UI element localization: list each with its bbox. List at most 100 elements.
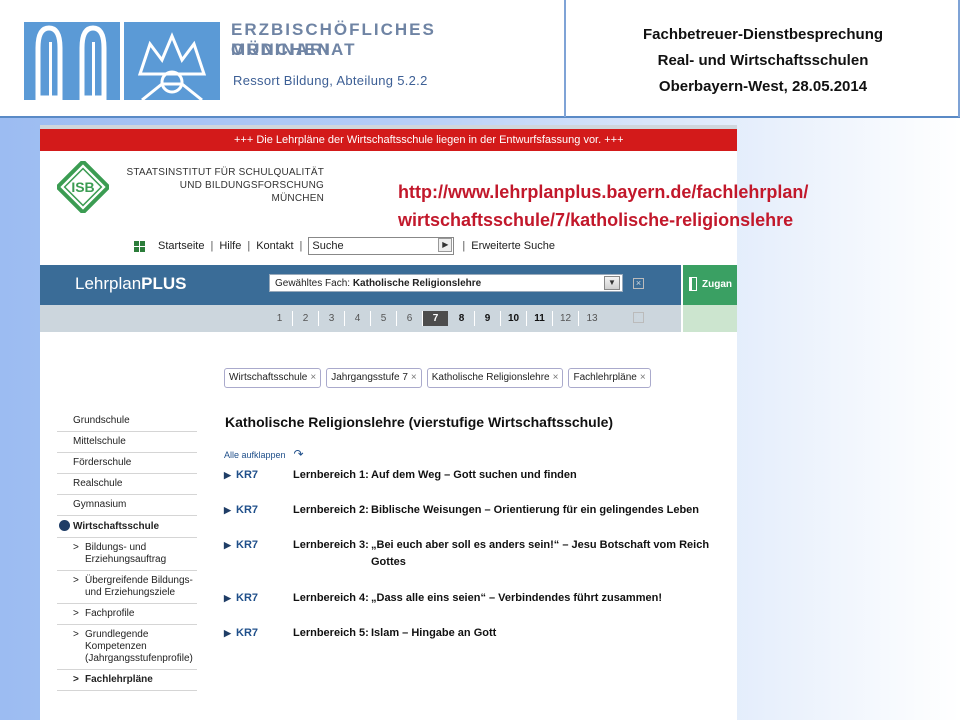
sidebar-item-wirtschaftsschule[interactable]: Wirtschaftsschule	[57, 516, 197, 538]
grade-5[interactable]: 5	[371, 311, 397, 326]
remove-filter-icon[interactable]: ×	[553, 372, 559, 383]
sidebar-subitem-erziehungsziele[interactable]: > Übergreifende Bildungs- und Erziehungsz…	[57, 571, 197, 604]
grade-4[interactable]: 4	[345, 311, 371, 326]
filter-chip[interactable]: Jahrgangsstufe 7 ×	[326, 368, 422, 388]
sidebar-item-foerderschule[interactable]: Förderschule	[57, 453, 197, 474]
isb-logo-text: ISB	[71, 179, 94, 195]
lehrplan-url[interactable]: http://www.lehrplanplus.bayern.de/fachle…	[398, 178, 808, 234]
sidebar-item-label: Wirtschaftsschule	[73, 521, 160, 532]
lernbereich-item[interactable]: ▶ KR7 Lernbereich 3: „Bei euch aber soll…	[224, 537, 737, 571]
nav-hilfe[interactable]: Hilfe	[213, 240, 247, 252]
expand-triangle-icon[interactable]: ▶	[224, 467, 236, 484]
announcement-banner: +++ Die Lehrpläne der Wirtschaftsschule …	[40, 129, 737, 151]
lernbereich-code: KR7	[236, 539, 259, 551]
clear-grade-icon[interactable]: ×	[633, 312, 644, 323]
chevron-right-icon: >	[73, 575, 79, 586]
lernbereich-label: Lernbereich 2:	[293, 504, 369, 516]
sidebar-subitem-kompetenzen[interactable]: > Grundlegende Kompetenzen (Jahrgangsstuf…	[57, 625, 197, 670]
clear-subject-icon[interactable]: ×	[633, 278, 644, 289]
expand-triangle-icon[interactable]: ▶	[224, 625, 236, 642]
expand-triangle-icon[interactable]: ▶	[224, 537, 236, 571]
expand-all-label: Alle aufklappen	[224, 450, 286, 460]
grade-6[interactable]: 6	[397, 311, 423, 326]
filter-chip[interactable]: Fachlehrpläne ×	[568, 368, 651, 388]
remove-filter-icon[interactable]: ×	[640, 372, 646, 383]
remove-filter-icon[interactable]: ×	[310, 372, 316, 383]
grade-3[interactable]: 3	[319, 311, 345, 326]
grade-13[interactable]: 13	[579, 311, 605, 326]
sidebar-subitem-label: Grundlegende Kompetenzen (Jahrgangsstufe…	[85, 629, 193, 664]
sidebar-subitem-label: Fachlehrpläne	[85, 674, 153, 685]
expand-triangle-icon[interactable]: ▶	[224, 590, 236, 607]
sidebar-subitem-fachlehrplaene[interactable]: > Fachlehrpläne	[57, 670, 197, 691]
nav-kontakt[interactable]: Kontakt	[250, 240, 299, 252]
chevron-right-icon: >	[73, 542, 79, 553]
chevron-right-icon: >	[73, 608, 79, 619]
curved-arrow-icon: ↷	[293, 447, 304, 461]
frauenkirche-crest-icon	[24, 22, 220, 100]
org-name-line2: MÜNCHEN	[231, 40, 332, 59]
lehrplanplus-title[interactable]: LehrplanPLUS	[75, 274, 187, 294]
grid-menu-icon[interactable]	[134, 240, 145, 252]
grade-12[interactable]: 12	[553, 311, 579, 326]
filter-chip-label: Wirtschaftsschule	[229, 372, 308, 383]
filter-chip-label: Katholische Religionslehre	[431, 372, 550, 383]
lernbereich-item[interactable]: ▶ KR7 Lernbereich 1: Auf dem Weg – Gott …	[224, 467, 737, 484]
remove-filter-icon[interactable]: ×	[411, 372, 417, 383]
sidebar-item-grundschule[interactable]: Grundschule	[57, 411, 197, 432]
filter-chip[interactable]: Katholische Religionslehre ×	[426, 368, 564, 388]
meeting-audience: Real- und Wirtschaftsschulen	[657, 52, 869, 69]
lp-title-bold: PLUS	[141, 274, 187, 293]
lernbereich-label: Lernbereich 4:	[293, 592, 369, 604]
grade-2[interactable]: 2	[293, 311, 319, 326]
grade-8[interactable]: 8	[449, 311, 475, 326]
door-icon	[689, 277, 697, 292]
nav-separator: |	[299, 240, 303, 252]
sidebar-item-realschule[interactable]: Realschule	[57, 474, 197, 495]
lernbereich-item[interactable]: ▶ KR7 Lernbereich 4: „Dass alle eins sei…	[224, 590, 737, 607]
expand-all-link[interactable]: Alle aufklappen ↷	[224, 447, 304, 461]
nav-startseite[interactable]: Startseite	[152, 240, 210, 252]
access-button[interactable]: Zugan	[683, 265, 737, 305]
grade-selector-bar: 1 2 3 4 5 6 7 8 9 10 11 12 13 ×	[40, 305, 681, 332]
org-department: Ressort Bildung, Abteilung 5.2.2	[233, 73, 428, 88]
url-line2: wirtschaftsschule/7/katholische-religion…	[398, 210, 794, 230]
institute-line2: UND BILDUNGSFORSCHUNG	[179, 180, 324, 191]
grade-1[interactable]: 1	[267, 311, 293, 326]
sidebar-subitem-label: Bildungs- und Erziehungsauftrag	[85, 542, 167, 565]
sidebar-item-mittelschule[interactable]: Mittelschule	[57, 432, 197, 453]
search-input[interactable]: Suche	[308, 237, 455, 255]
expand-triangle-icon[interactable]: ▶	[224, 502, 236, 519]
active-bullet-icon	[59, 520, 70, 531]
meeting-info-box: Fachbetreuer-Dienstbesprechung Real- und…	[568, 0, 960, 117]
subject-select-value: Katholische Religionslehre	[352, 278, 482, 289]
page-title: Katholische Religionslehre (vierstufige …	[225, 414, 614, 430]
lernbereich-code: KR7	[236, 469, 259, 481]
isb-logo-icon[interactable]: ISB	[57, 161, 109, 213]
grade-11[interactable]: 11	[527, 311, 553, 326]
sidebar-subitem-fachprofile[interactable]: > Fachprofile	[57, 604, 197, 625]
lernbereich-code: KR7	[236, 504, 259, 516]
grade-10[interactable]: 10	[501, 311, 527, 326]
grade-7-selected[interactable]: 7	[423, 311, 449, 326]
chevron-down-icon[interactable]: ▼	[604, 276, 620, 290]
filter-chip[interactable]: Wirtschaftsschule ×	[224, 368, 322, 388]
ordinariat-logo-box: ERZBISCHÖFLICHES ORDINARIAT MÜNCHEN Ress…	[0, 0, 566, 117]
top-navigation: Startseite | Hilfe | Kontakt | Suche ▶ |…	[134, 237, 561, 255]
grade-9[interactable]: 9	[475, 311, 501, 326]
search-submit-icon[interactable]: ▶	[438, 238, 453, 252]
lernbereich-item[interactable]: ▶ KR7 Lernbereich 5: Islam – Hingabe an …	[224, 625, 737, 642]
lernbereich-item[interactable]: ▶ KR7 Lernbereich 2: Biblische Weisungen…	[224, 502, 737, 519]
grade-list: 1 2 3 4 5 6 7 8 9 10 11 12 13	[267, 311, 605, 326]
slide-header: ERZBISCHÖFLICHES ORDINARIAT MÜNCHEN Ress…	[0, 0, 960, 118]
institute-line3: MÜNCHEN	[271, 193, 324, 204]
lernbereich-name: „Dass alle eins seien“ – Verbindendes fü…	[371, 592, 662, 604]
lernbereich-name: Biblische Weisungen – Orientierung für e…	[371, 504, 700, 516]
lernbereich-label: Lernbereich 5:	[293, 627, 369, 639]
sidebar-subitem-bildungsauftrag[interactable]: > Bildungs- und Erziehungsauftrag	[57, 538, 197, 571]
nav-erweiterte-suche[interactable]: Erweiterte Suche	[465, 240, 561, 252]
subject-select[interactable]: Gewähltes Fach: Katholische Religionsleh…	[269, 274, 623, 292]
filter-chip-label: Fachlehrpläne	[573, 372, 637, 383]
access-label: Zugan	[702, 279, 732, 290]
sidebar-item-gymnasium[interactable]: Gymnasium	[57, 495, 197, 516]
